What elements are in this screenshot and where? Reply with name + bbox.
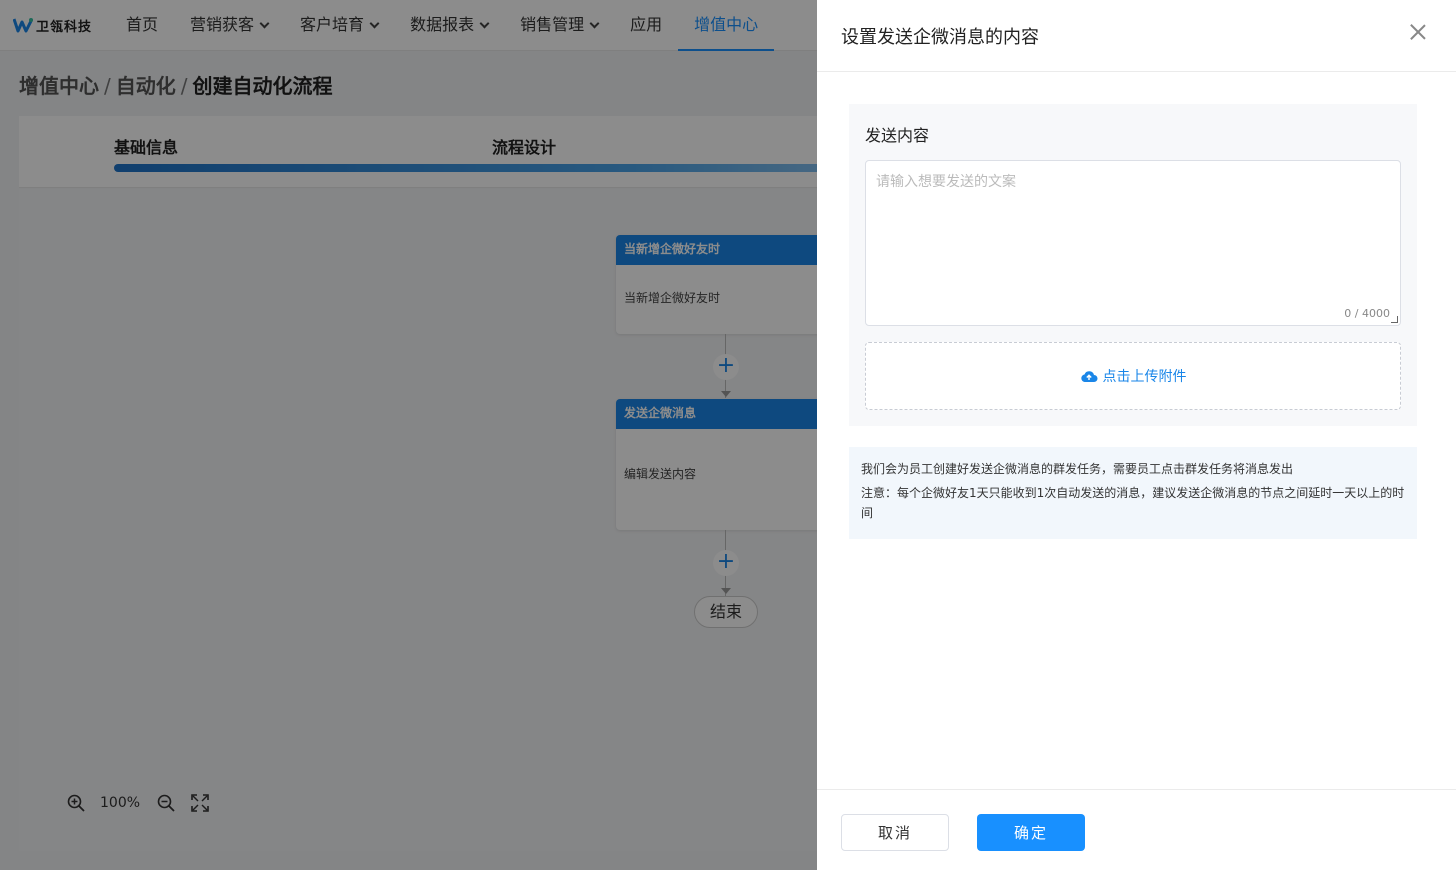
message-textarea-wrapper: 0 / 4000 xyxy=(865,160,1401,326)
upload-attachment-label: 点击上传附件 xyxy=(1102,369,1187,385)
notice-text: 我们会为员工创建好发送企微消息的群发任务，需要员工点击群发任务将消息发出 xyxy=(861,462,1294,476)
send-content-label: 发送内容 xyxy=(865,126,930,145)
cancel-button[interactable]: 取消 xyxy=(841,814,949,851)
upload-attachment-button[interactable]: 点击上传附件 xyxy=(865,342,1401,410)
confirm-button[interactable]: 确定 xyxy=(977,814,1085,851)
drawer-header: 设置发送企微消息的内容 xyxy=(817,0,1456,72)
notice-warning-text: 注意：每个企微好友1天只能收到1次自动发送的消息，建议发送企微消息的节点之间延时… xyxy=(861,486,1405,520)
drawer-footer: 取消 确定 xyxy=(817,789,1456,870)
modal-overlay[interactable] xyxy=(0,0,817,870)
message-textarea[interactable] xyxy=(866,161,1400,325)
notice-box: 我们会为员工创建好发送企微消息的群发任务，需要员工点击群发任务将消息发出 注意：… xyxy=(849,447,1417,539)
message-content-drawer: 设置发送企微消息的内容 发送内容 0 / 4000 点击上传附件 我们会为员工创… xyxy=(817,0,1456,870)
drawer-title: 设置发送企微消息的内容 xyxy=(841,26,1039,48)
cloud-upload-icon xyxy=(1080,371,1097,382)
close-icon[interactable] xyxy=(1410,24,1426,40)
resize-handle-icon[interactable] xyxy=(1391,316,1398,323)
char-counter: 0 / 4000 xyxy=(1344,307,1390,320)
send-content-section: 发送内容 0 / 4000 点击上传附件 xyxy=(849,104,1417,426)
